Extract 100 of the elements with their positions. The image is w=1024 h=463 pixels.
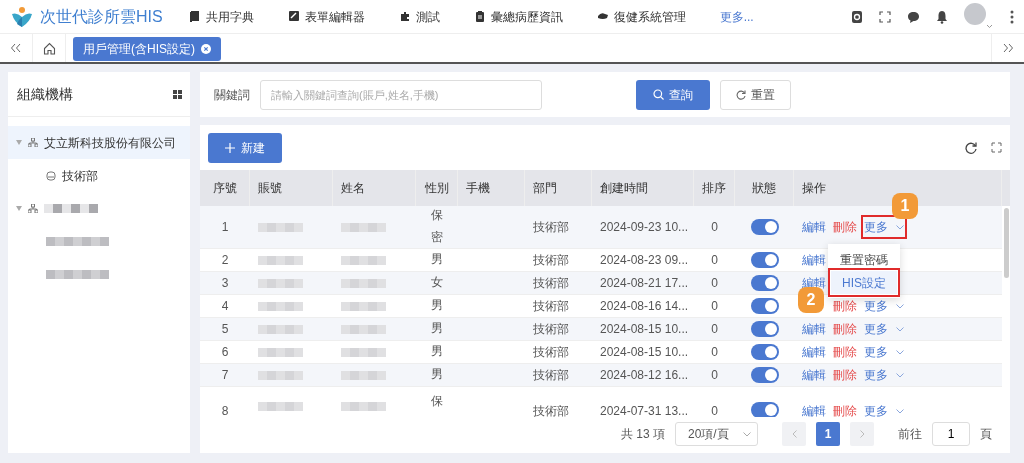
reset-button[interactable]: 重置 <box>720 79 791 110</box>
grid-icon[interactable] <box>173 89 182 99</box>
form-icon <box>287 10 300 23</box>
edit-link[interactable]: 編輯 <box>802 366 826 384</box>
callout-badge: 1 <box>892 193 918 219</box>
chevron-right-icon <box>859 430 865 438</box>
search-field[interactable]: 請輸入關鍵詞查詢(賬戶,姓名,手機) <box>260 79 542 110</box>
close-icon[interactable] <box>201 44 211 54</box>
search-document-icon[interactable] <box>851 9 863 24</box>
page-size-select[interactable]: 20項/頁 <box>675 422 758 446</box>
tree-item[interactable]: 技術部 <box>8 159 190 192</box>
column-header: 賬號 <box>258 180 282 197</box>
column-header: 創建時間 <box>600 180 648 197</box>
page-number-field[interactable]: 1 <box>932 422 970 446</box>
fullscreen-icon[interactable] <box>879 10 891 23</box>
more-dropdown-link[interactable]: 更多 <box>864 402 904 417</box>
more-dropdown-link[interactable]: 更多 <box>864 320 904 338</box>
menu-item[interactable]: 測試 <box>398 7 440 26</box>
toggle-knob <box>764 254 777 266</box>
toggle-knob <box>764 346 777 358</box>
more-menu-link[interactable]: 更多... <box>719 7 754 26</box>
table-cell-text: 男 <box>431 320 443 338</box>
caret-icon[interactable] <box>16 206 22 211</box>
tree-item[interactable]: 艾立斯科技股份有限公司 <box>8 126 190 159</box>
delete-link[interactable]: 刪除 <box>833 320 857 338</box>
redacted-text <box>341 324 386 334</box>
chevron-down-icon <box>896 349 904 355</box>
redacted-text <box>46 237 109 246</box>
kebab-menu-icon[interactable] <box>1010 9 1014 24</box>
menu-item[interactable]: 重置密碼 <box>828 248 900 271</box>
delete-link[interactable]: 刪除 <box>833 218 857 236</box>
toggle-switch[interactable] <box>750 252 779 268</box>
delete-link[interactable]: 刪除 <box>833 343 857 361</box>
redacted-text <box>258 370 303 380</box>
redacted-text <box>258 278 303 288</box>
redacted-text <box>258 347 303 357</box>
delete-link[interactable]: 刪除 <box>833 402 857 417</box>
delete-link[interactable]: 刪除 <box>833 297 857 315</box>
table-cell-text: 2024-08-15 10... <box>600 321 689 338</box>
toggle-knob <box>764 323 777 335</box>
edit-link[interactable]: 編輯 <box>802 320 826 338</box>
edit-link[interactable]: 編輯 <box>802 251 826 269</box>
toggle-switch[interactable] <box>750 344 779 360</box>
menu-item[interactable]: HIS設定 <box>831 271 897 294</box>
chat-icon[interactable] <box>907 10 920 23</box>
org-chart-icon <box>28 204 38 213</box>
redacted-text <box>341 255 386 265</box>
bell-icon[interactable] <box>936 9 948 24</box>
callout-badge: 2 <box>798 287 824 313</box>
chevron-down-icon <box>896 303 904 309</box>
table-cell-text: 4 <box>221 298 229 315</box>
table-cell-text: 0 <box>711 252 718 269</box>
table-cell-text: 技術部 <box>533 321 569 338</box>
edit-link[interactable]: 編輯 <box>802 402 826 417</box>
book-icon <box>188 10 201 23</box>
more-dropdown-link[interactable]: 更多 <box>864 297 904 315</box>
table-cell-text: 男 <box>431 251 443 269</box>
expand-right-icon[interactable] <box>1002 43 1014 53</box>
toggle-knob <box>764 277 777 289</box>
table-cell-text: 2024-08-12 16... <box>600 367 689 384</box>
add-button[interactable]: 新建 <box>208 132 282 163</box>
table-cell-text: 女 <box>431 274 443 292</box>
toggle-switch[interactable] <box>750 298 779 314</box>
toggle-knob <box>764 221 777 233</box>
more-dropdown-link[interactable]: 更多 <box>864 366 904 384</box>
menu-item[interactable]: 彙總病歷資訊 <box>473 7 563 26</box>
edit-link[interactable]: 編輯 <box>802 218 826 236</box>
table-cell-text: 2024-07-31 13... <box>600 403 689 417</box>
toggle-switch[interactable] <box>750 275 779 291</box>
table-cell-text: 2024-08-21 17... <box>600 275 689 292</box>
table-cell-text: 技術部 <box>533 219 569 236</box>
page-tab[interactable]: 用戶管理(含HIS設定) <box>73 37 221 61</box>
fullscreen-icon[interactable] <box>991 141 1002 153</box>
toggle-knob <box>764 404 777 416</box>
more-dropdown-link[interactable]: 更多 <box>864 218 904 236</box>
page-button[interactable]: 1 <box>816 422 840 446</box>
scrollbar-thumb[interactable] <box>1003 208 1009 278</box>
toggle-switch[interactable] <box>750 367 779 383</box>
redacted-text <box>341 347 386 357</box>
table-cell-text: 2024-08-16 14... <box>600 298 689 315</box>
toggle-switch[interactable] <box>750 321 779 337</box>
refresh-icon[interactable] <box>965 141 977 154</box>
delete-link[interactable]: 刪除 <box>833 366 857 384</box>
toggle-switch[interactable] <box>750 402 779 417</box>
column-header: 部門 <box>533 180 557 197</box>
toggle-knob <box>764 300 777 312</box>
chevron-down-icon <box>896 326 904 332</box>
home-icon[interactable] <box>42 41 56 55</box>
collapse-left-icon[interactable] <box>10 43 22 53</box>
chevron-down-icon <box>743 431 751 437</box>
redacted-text <box>44 204 98 213</box>
edit-link[interactable]: 編輯 <box>802 343 826 361</box>
table-cell-text: 7 <box>221 367 229 384</box>
menu-item[interactable]: 共用字典 <box>188 7 254 26</box>
search-button[interactable]: 查詢 <box>636 79 710 110</box>
menu-item[interactable]: 表單編輯器 <box>287 7 365 26</box>
more-dropdown-link[interactable]: 更多 <box>864 343 904 361</box>
toggle-switch[interactable] <box>750 219 779 235</box>
menu-item[interactable]: 復健系統管理 <box>596 7 686 26</box>
redacted-text <box>258 324 303 334</box>
